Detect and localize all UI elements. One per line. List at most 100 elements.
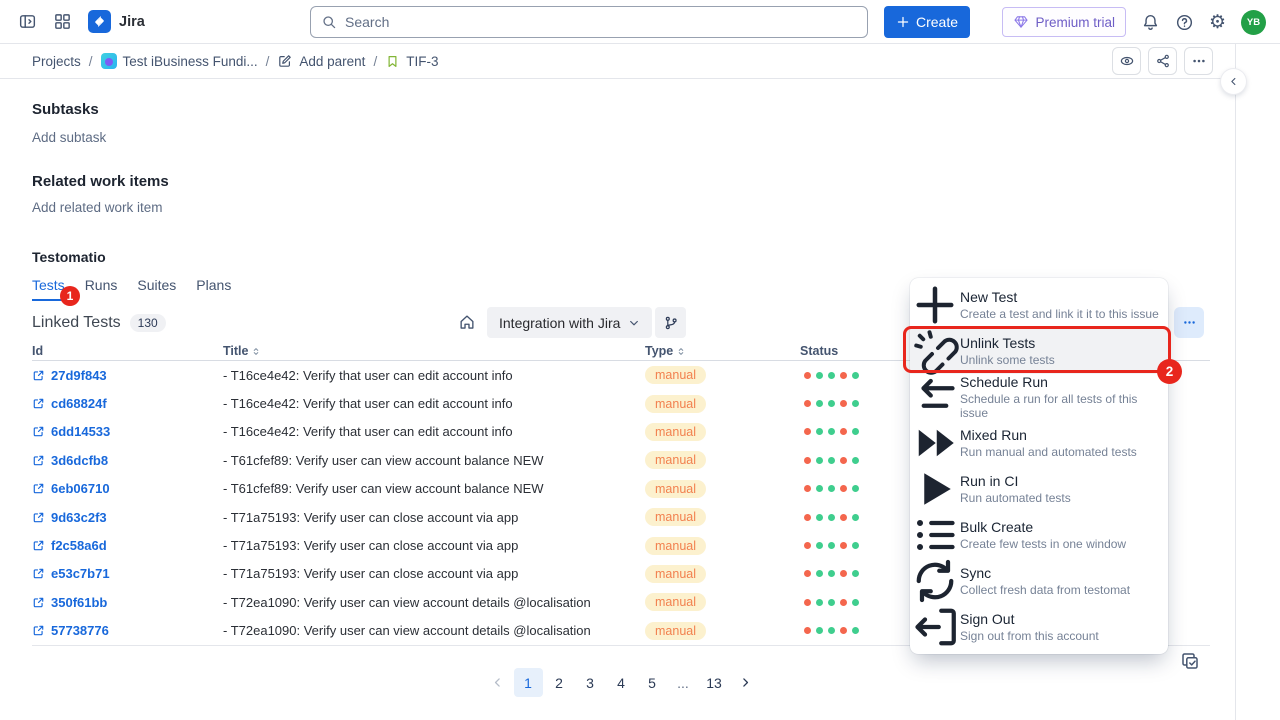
menu-item-mixed-run[interactable]: Mixed Run Run manual and automated tests [910,420,1168,466]
status-dot-red [840,485,847,492]
menu-item-bulk-create[interactable]: Bulk Create Create few tests in one wind… [910,512,1168,558]
bulk-select-icon[interactable] [1180,651,1200,671]
top-navigation-bar: Jira Create Premium trial ⚙ YB [0,0,1280,44]
menu-item-subtitle: Schedule a run for all tests of this iss… [960,392,1168,420]
status-dot-green [852,485,859,492]
pagination-page[interactable]: 13 [700,668,729,697]
breadcrumb-separator: / [89,54,93,69]
test-id-link[interactable]: e53c7b71 [32,566,223,581]
status-dot-green [828,542,835,549]
help-icon[interactable] [1175,13,1194,32]
test-id-link[interactable]: 3d6dcfb8 [32,453,223,468]
tab-tests[interactable]: Tests [32,277,65,301]
test-id-link[interactable]: cd68824f [32,396,223,411]
schedule-icon [910,372,960,422]
app-title: Jira [119,14,145,30]
breadcrumb-project[interactable]: Test iBusiness Fundi... [101,53,258,69]
status-dot-green [852,514,859,521]
jira-logo[interactable] [88,10,111,33]
ellipsis-icon [1191,53,1207,69]
column-header-title[interactable]: Title [223,344,645,358]
status-dot-red [840,400,847,407]
test-id-link[interactable]: 57738776 [32,623,223,638]
bookmark-icon [385,54,400,69]
pagination-page: ... [669,668,698,697]
menu-item-subtitle: Create a test and link it it to this iss… [960,307,1159,321]
breadcrumb-projects[interactable]: Projects [32,54,81,69]
tests-more-button[interactable] [1174,307,1204,338]
sync-icon [910,556,960,606]
project-selector-dropdown[interactable]: Integration with Jira [487,307,652,338]
test-id-link[interactable]: 6dd14533 [32,424,223,439]
column-header-type[interactable]: Type [645,344,800,358]
menu-item-run-in-ci[interactable]: Run in CI Run automated tests [910,466,1168,512]
breadcrumb: Projects / Test iBusiness Fundi... / Add… [0,44,1235,79]
type-badge: manual [645,565,706,583]
search-input[interactable] [345,14,857,30]
create-button[interactable]: Create [884,6,970,38]
test-id-link[interactable]: f2c58a6d [32,538,223,553]
breadcrumb-add-parent[interactable]: Add parent [277,53,365,69]
external-link-icon [32,567,45,580]
testomatio-tabs: Tests Runs Suites Plans [32,277,231,301]
topbar-actions: Premium trial ⚙ YB [1002,0,1266,44]
type-badge: manual [645,508,706,526]
pagination: 12345...13 [32,668,1210,697]
pagination-page[interactable]: 4 [607,668,636,697]
status-dot-red [840,627,847,634]
pagination-page[interactable]: 2 [545,668,574,697]
status-dot-green [816,457,823,464]
app-switcher-icon[interactable] [53,12,72,31]
issue-more-button[interactable] [1184,47,1213,75]
test-id: 6eb06710 [51,481,110,496]
external-link-icon [32,397,45,410]
test-id-link[interactable]: 9d63c2f3 [32,510,223,525]
menu-item-sync[interactable]: Sync Collect fresh data from testomat [910,558,1168,604]
type-badge: manual [645,395,706,413]
menu-item-new-test[interactable]: New Test Create a test and link it it to… [910,282,1168,328]
status-dot-green [852,599,859,606]
pagination-prev-button[interactable] [483,668,512,697]
status-dot-green [828,514,835,521]
add-subtask-link[interactable]: Add subtask [32,130,106,145]
menu-item-subtitle: Sign out from this account [960,629,1099,643]
sidebar-toggle-icon[interactable] [18,12,37,31]
test-id-link[interactable]: 6eb06710 [32,481,223,496]
settings-gear-icon[interactable]: ⚙ [1209,13,1226,32]
column-header-id[interactable]: Id [32,344,223,358]
test-id-link[interactable]: 350f61bb [32,595,223,610]
breadcrumb-separator: / [373,54,377,69]
branch-button[interactable] [655,307,686,338]
collapse-panel-button[interactable] [1221,69,1246,94]
pagination-page[interactable]: 3 [576,668,605,697]
notifications-bell-icon[interactable] [1141,13,1160,32]
tab-runs[interactable]: Runs [85,277,118,301]
pagination-page[interactable]: 1 [514,668,543,697]
related-work-heading: Related work items [32,173,169,190]
share-button[interactable] [1148,47,1177,75]
test-id-link[interactable]: 27d9f843 [32,368,223,383]
menu-item-schedule-run[interactable]: Schedule Run Schedule a run for all test… [910,374,1168,420]
home-icon[interactable] [458,313,476,331]
test-title: - T72ea1090: Verify user can view accoun… [223,623,645,638]
test-id: 3d6dcfb8 [51,453,108,468]
pagination-page[interactable]: 5 [638,668,667,697]
add-related-link[interactable]: Add related work item [32,200,163,215]
premium-trial-button[interactable]: Premium trial [1002,7,1126,37]
play-icon [910,464,960,514]
menu-item-unlink-tests[interactable]: Unlink Tests Unlink some tests [910,328,1168,374]
tab-suites[interactable]: Suites [137,277,176,301]
tab-plans[interactable]: Plans [196,277,231,301]
breadcrumb-issue-key[interactable]: TIF-3 [385,54,438,69]
watch-button[interactable] [1112,47,1141,75]
user-avatar[interactable]: YB [1241,10,1266,35]
menu-item-subtitle: Unlink some tests [960,353,1055,367]
status-dot-red [840,542,847,549]
status-dot-green [816,570,823,577]
pagination-next-button[interactable] [731,668,760,697]
menu-item-sign-out[interactable]: Sign Out Sign out from this account [910,604,1168,650]
global-search[interactable] [310,6,868,38]
breadcrumb-separator: / [266,54,270,69]
status-dot-green [828,485,835,492]
test-id: 57738776 [51,623,109,638]
